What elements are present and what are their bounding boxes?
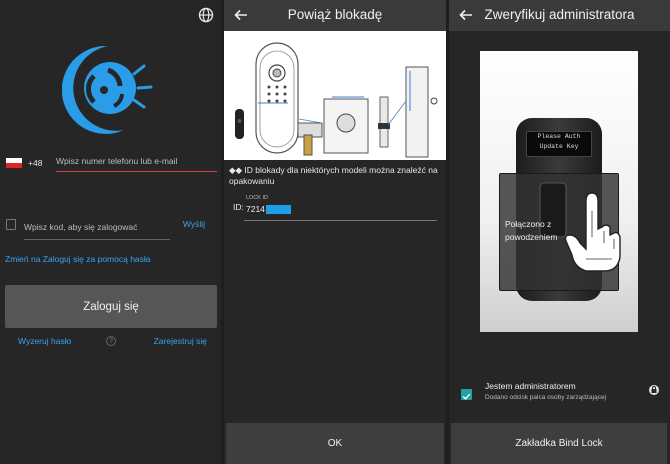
lock-status-icon	[649, 385, 659, 395]
connection-success-text: Połączono z powodzeniem	[505, 219, 558, 242]
ok-button[interactable]: OK	[226, 423, 444, 464]
admin-checkbox[interactable]	[461, 389, 472, 400]
switch-to-password-login-link[interactable]: Zmień na Zaloguj się za pomocą hasła	[5, 254, 151, 264]
top-bar: Powiąż blokadę	[224, 0, 446, 31]
page-title: Powiąż blokadę	[287, 7, 383, 22]
fingerprint-illustration: Please Auth Update Key Połączono z powod…	[480, 51, 638, 332]
lock-id-location-diagram	[224, 31, 446, 160]
phone-email-input[interactable]	[56, 151, 217, 172]
code-icon	[6, 219, 16, 230]
lock-id-input[interactable]: 7214	[246, 204, 265, 214]
send-code-link[interactable]: Wyślij	[183, 219, 205, 229]
globe-icon[interactable]	[198, 7, 214, 23]
input-underline	[244, 220, 437, 221]
admin-checkbox-label: Jestem administratorem	[485, 381, 576, 391]
check-icon	[462, 393, 471, 400]
poland-flag-icon[interactable]	[6, 158, 22, 168]
code-input[interactable]	[24, 214, 170, 240]
login-button[interactable]: Zaloguj się	[5, 285, 217, 328]
bind-lock-screen: Powiąż blokadę ◆◆ ID blokady dla niektór…	[224, 0, 446, 464]
verify-admin-screen: Zweryfikuj administratora Please Auth Up…	[449, 0, 670, 464]
login-screen: +48 Wyślij Zmień na Zaloguj się za pomoc…	[0, 0, 221, 464]
device-screen-line1: Please Auth	[537, 133, 581, 140]
device-screen-line2: Update Key	[539, 143, 579, 150]
top-bar: Zweryfikuj administratora	[449, 0, 670, 31]
bind-lock-button[interactable]: Zakładka Bind Lock	[451, 423, 667, 464]
register-link[interactable]: Zarejestruj się	[154, 336, 207, 346]
lock-id-field-label: LOCK ID	[246, 195, 269, 201]
help-icon[interactable]: ?	[106, 336, 116, 346]
device-screen: Please Auth Update Key	[526, 131, 592, 157]
page-title: Zweryfikuj administratora	[484, 7, 635, 22]
admin-subtext: Dodano odcisk palca osoby zarządzającej	[485, 394, 607, 401]
id-prefix-label: ID:	[233, 202, 244, 212]
redaction-block	[266, 205, 291, 214]
lock-id-hint: ◆◆ ID blokady dla niektórych modeli możn…	[229, 165, 438, 186]
reset-password-link[interactable]: Wyzeruj hasło	[18, 336, 71, 346]
app-logo	[62, 45, 153, 134]
country-code[interactable]: +48	[28, 158, 42, 168]
